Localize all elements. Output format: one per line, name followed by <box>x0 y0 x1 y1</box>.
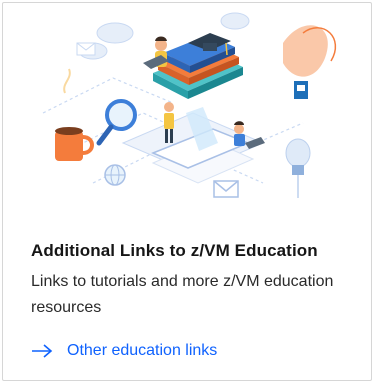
lightbulb-icon <box>285 138 311 198</box>
plant-icon <box>283 25 337 99</box>
arrow-right-icon <box>32 344 53 358</box>
envelope-icon <box>213 180 239 198</box>
globe-icon <box>104 164 126 186</box>
sitting-figure <box>234 121 265 149</box>
card-description: Links to tutorials and more z/VM educati… <box>31 273 334 316</box>
link-label: Other education links <box>67 342 218 359</box>
mail-icon <box>76 42 96 56</box>
coffee-cup-icon <box>55 68 94 161</box>
education-card[interactable]: Additional Links to z/VM Education Links… <box>2 2 372 381</box>
magnifier-icon <box>96 99 137 146</box>
other-education-links-link[interactable]: Other education links <box>31 342 217 360</box>
card-title: Additional Links to z/VM Education <box>31 241 318 260</box>
student-figure <box>143 36 169 69</box>
education-illustration <box>42 12 337 198</box>
